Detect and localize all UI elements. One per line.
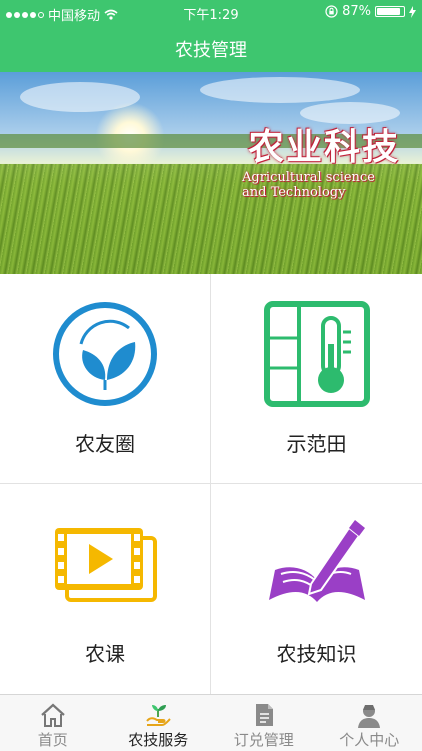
banner-image[interactable]: 农业科技 Agricultural science and Technology: [0, 72, 422, 274]
status-bar: 中国移动 下午1:29 87%: [0, 0, 422, 24]
sprout-hand-icon: [144, 701, 172, 729]
tab-label: 首页: [0, 729, 106, 750]
tab-label: 农技服务: [106, 729, 212, 750]
page-title: 农技管理: [0, 36, 422, 62]
grid-item-label: 农技知识: [211, 638, 422, 667]
tab-home[interactable]: 首页: [0, 695, 106, 751]
tab-label: 个人中心: [317, 729, 422, 750]
app-header: 中国移动 下午1:29 87% 农技管理: [0, 0, 422, 72]
banner-subtitle: Agricultural science and Technology: [242, 170, 402, 200]
tab-order-manage[interactable]: 订兑管理: [211, 695, 317, 751]
tab-label: 订兑管理: [211, 729, 317, 750]
grid-item-label: 示范田: [211, 428, 422, 457]
document-icon: [250, 701, 278, 729]
battery-icon: [375, 6, 405, 17]
tab-personal-center[interactable]: 个人中心: [317, 695, 422, 751]
video-film-icon: [49, 508, 161, 620]
grid-item-farmer-circle[interactable]: 农友圈: [0, 274, 211, 484]
grid-item-farm-course[interactable]: 农课: [0, 484, 211, 694]
feature-grid: 农友圈 示范田 农课: [0, 274, 422, 694]
thermometer-icon: [261, 298, 373, 410]
rotation-lock-icon: [325, 5, 338, 18]
leaves-icon: [49, 298, 161, 410]
home-icon: [39, 701, 67, 729]
book-pen-icon: [261, 508, 373, 620]
grid-item-farm-knowledge[interactable]: 农技知识: [211, 484, 422, 694]
grid-item-demo-field[interactable]: 示范田: [211, 274, 422, 484]
grid-item-label: 农友圈: [0, 428, 210, 457]
status-right: 87%: [325, 4, 416, 19]
charging-bolt-icon: [409, 6, 416, 18]
battery-percent: 87%: [342, 4, 371, 19]
tab-bar: 首页 农技服务 订兑管理 个人中心: [0, 694, 422, 751]
tab-agri-service[interactable]: 农技服务: [106, 695, 212, 751]
banner-title: 农业科技: [248, 118, 400, 170]
user-icon: [355, 701, 383, 729]
grid-item-label: 农课: [0, 638, 210, 667]
